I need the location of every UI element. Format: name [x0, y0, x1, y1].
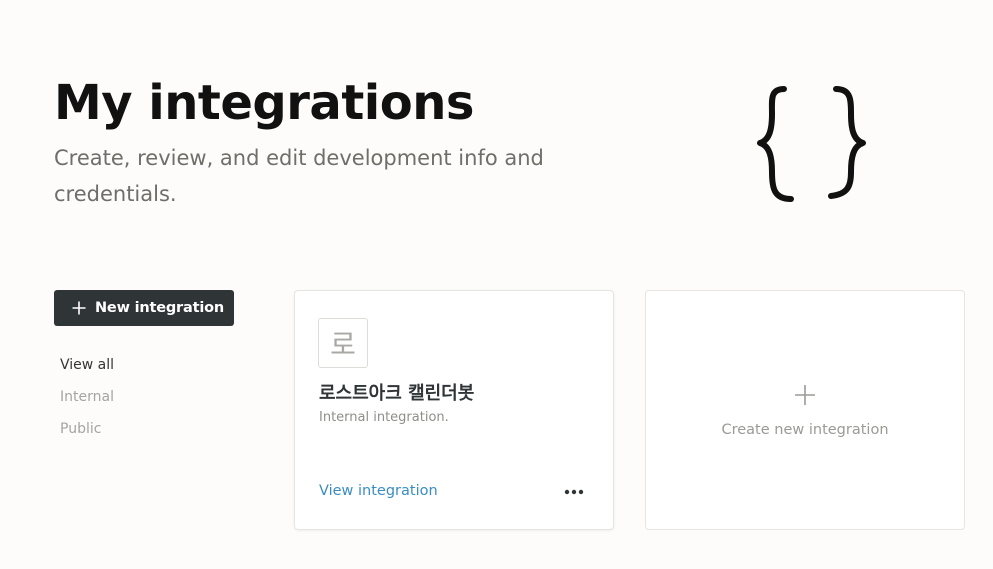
new-integration-button[interactable]: New integration — [54, 290, 234, 326]
integration-card: 로 로스트아크 캘린더봇 Internal integration. View … — [294, 290, 614, 530]
integration-name: 로스트아크 캘린더봇 — [319, 383, 475, 404]
ellipsis-horizontal-icon — [564, 489, 584, 495]
page-subtitle: Create, review, and edit development inf… — [54, 146, 544, 206]
curly-braces-icon — [757, 86, 866, 202]
plus-icon — [795, 385, 815, 405]
integration-avatar: 로 — [318, 318, 368, 368]
filter-internal[interactable]: Internal — [60, 384, 114, 416]
page-title: My integrations — [54, 75, 474, 131]
filter-view-all[interactable]: View all — [60, 352, 114, 384]
create-integration-card[interactable]: Create new integration — [645, 290, 965, 530]
create-integration-label: Create new integration — [721, 422, 889, 438]
more-options-button[interactable] — [561, 481, 587, 503]
integrations-page: My integrations Create, review, and edit… — [0, 0, 993, 569]
plus-icon — [72, 301, 86, 315]
new-integration-label: New integration — [95, 300, 224, 316]
view-integration-link[interactable]: View integration — [319, 483, 438, 499]
filter-public[interactable]: Public — [60, 416, 114, 448]
filter-list: View all Internal Public — [60, 352, 114, 448]
integration-description: Internal integration. — [319, 410, 449, 425]
